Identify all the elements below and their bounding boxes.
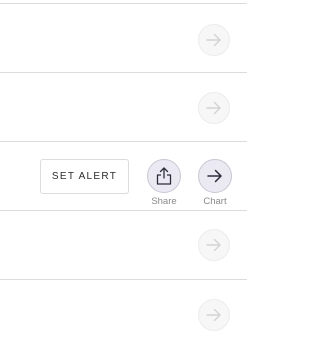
arrow-right-icon	[207, 169, 222, 183]
list-row	[0, 4, 247, 72]
row-arrow-button[interactable]	[198, 229, 230, 261]
share-button[interactable]	[147, 159, 181, 193]
list-row	[0, 211, 247, 279]
share-label: Share	[151, 196, 177, 207]
arrow-right-icon	[206, 238, 221, 252]
chart-action[interactable]: Chart	[196, 159, 234, 207]
share-action[interactable]: Share	[145, 159, 183, 207]
list-row	[0, 280, 247, 346]
chart-label: Chart	[203, 196, 227, 207]
row-arrow-button[interactable]	[198, 92, 230, 124]
list-row	[0, 73, 247, 141]
set-alert-button[interactable]: SET ALERT	[40, 159, 129, 194]
row-arrow-button[interactable]	[198, 299, 230, 331]
share-icon	[156, 167, 172, 185]
arrow-right-icon	[206, 33, 221, 47]
chart-button[interactable]	[198, 159, 232, 193]
arrow-right-icon	[206, 308, 221, 322]
row-arrow-button[interactable]	[198, 24, 230, 56]
arrow-right-icon	[206, 101, 221, 115]
row-divider	[0, 141, 247, 142]
